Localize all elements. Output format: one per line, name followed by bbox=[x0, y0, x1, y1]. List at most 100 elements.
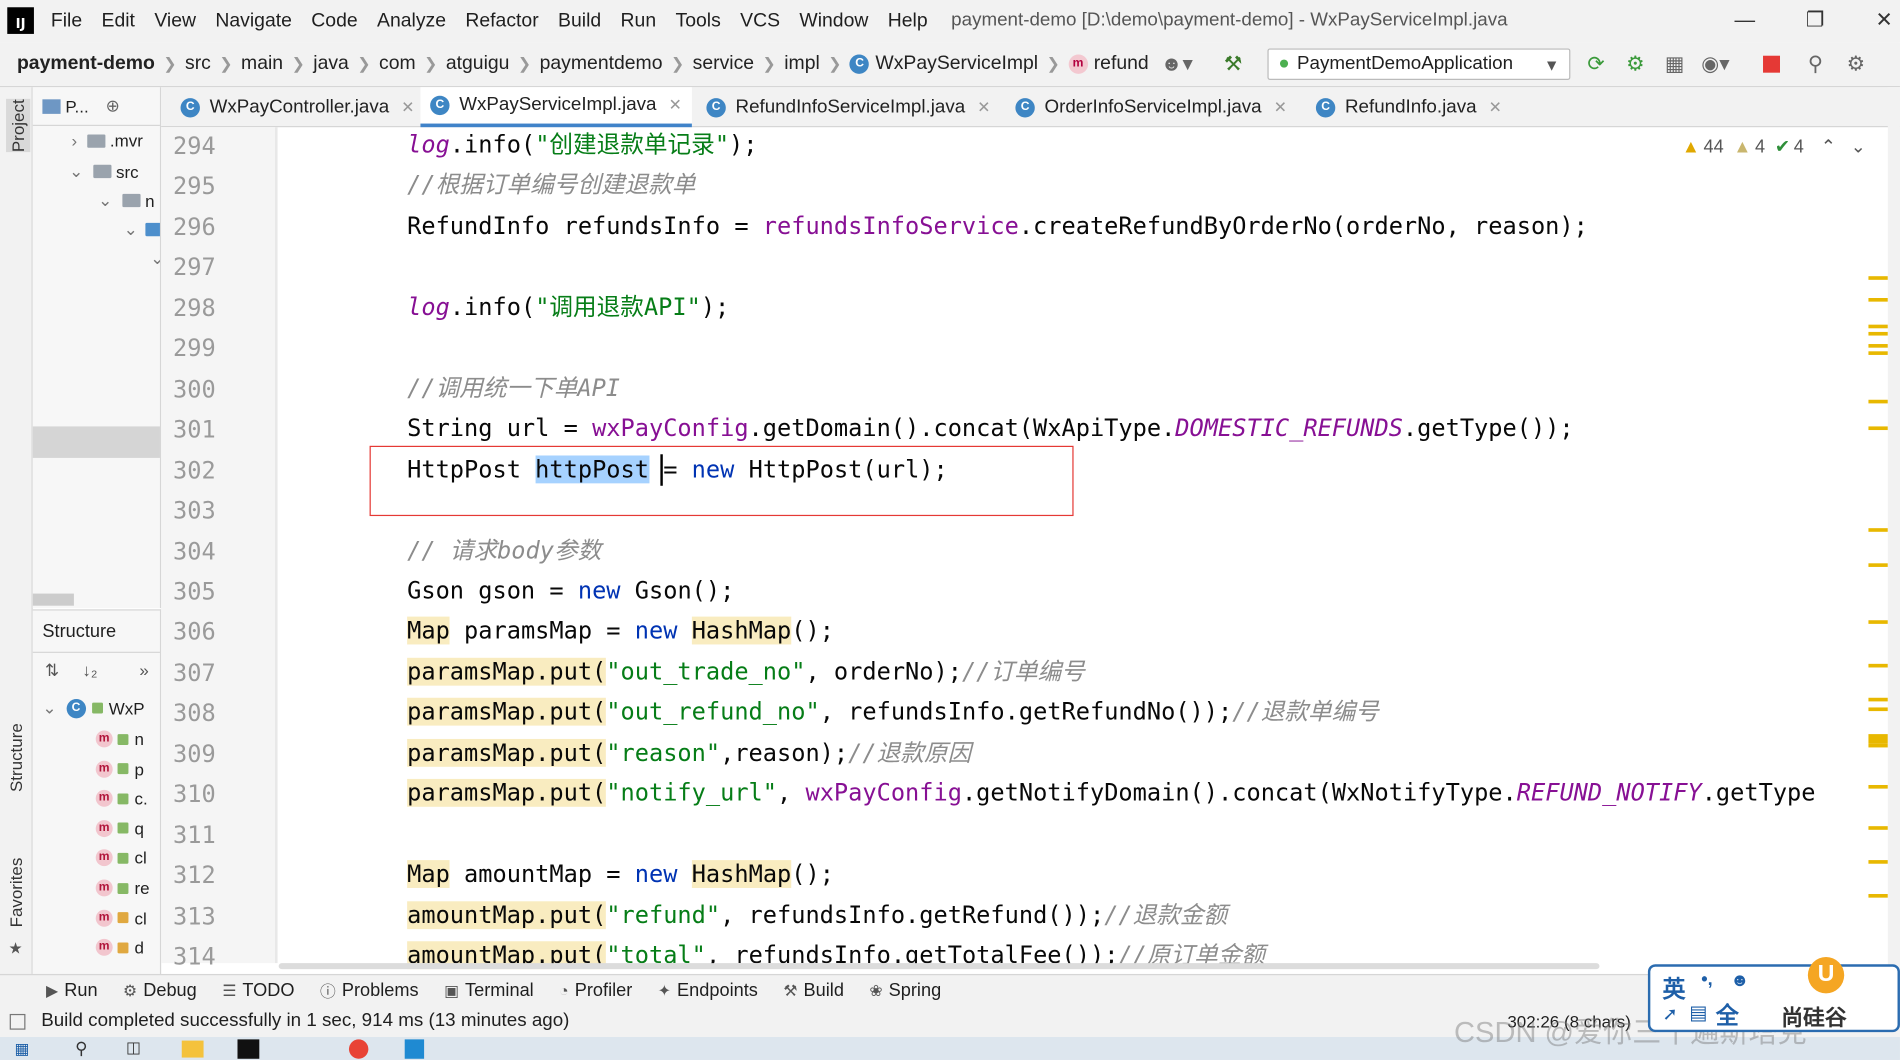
warning-marker[interactable] bbox=[1868, 620, 1888, 624]
tab-wxpayserviceimpl[interactable]: C WxPayServiceImpl.java ✕ bbox=[420, 87, 692, 128]
code-line[interactable]: log.info("创建退款单记录"); bbox=[407, 131, 757, 160]
ime-fullwidth[interactable]: 全 bbox=[1716, 998, 1739, 1031]
tree-item-mvn[interactable]: › .mvr bbox=[71, 131, 142, 150]
warning-marker[interactable] bbox=[1868, 528, 1888, 532]
structure-member[interactable]: mn bbox=[95, 729, 144, 749]
code-line[interactable]: Map paramsMap = new HashMap(); bbox=[407, 617, 834, 646]
ime-punct-icon[interactable]: •, bbox=[1701, 969, 1712, 990]
windows-start-icon[interactable]: ▦ bbox=[15, 1039, 30, 1058]
structure-class-node[interactable]: ⌄ C WxP bbox=[42, 698, 145, 719]
breadcrumb-java[interactable]: java ❯ bbox=[313, 53, 379, 75]
tab-refundinfo[interactable]: C RefundInfo.java ✕ bbox=[1306, 87, 1511, 127]
menu-window[interactable]: Window bbox=[799, 10, 868, 32]
tool-window-profiler[interactable]: ◔ Profiler bbox=[559, 980, 632, 1001]
warning-marker[interactable] bbox=[1868, 276, 1888, 280]
project-panel-title[interactable]: P... bbox=[65, 96, 88, 115]
warning-marker[interactable] bbox=[1868, 331, 1888, 336]
build-hammer-icon[interactable]: ⚒ bbox=[1224, 52, 1242, 76]
tab-refundinfoserviceimpl[interactable]: C RefundInfoServiceImpl.java ✕ bbox=[697, 87, 1000, 127]
structure-member[interactable]: m c. bbox=[95, 789, 148, 808]
menu-help[interactable]: Help bbox=[888, 10, 928, 32]
structure-member[interactable]: m cl bbox=[95, 848, 147, 868]
warning-marker[interactable] bbox=[1868, 663, 1888, 668]
breadcrumb-src[interactable]: src ❯ bbox=[185, 53, 241, 75]
tool-window-spring[interactable]: ❀ Spring bbox=[869, 980, 941, 1001]
chrome-icon[interactable] bbox=[348, 1039, 369, 1059]
sort-visibility-icon[interactable]: ↓₂ bbox=[82, 660, 97, 679]
warning-marker[interactable] bbox=[1868, 399, 1888, 404]
menu-analyze[interactable]: Analyze bbox=[377, 10, 446, 32]
debug-icon[interactable]: ⚙ bbox=[1626, 52, 1644, 76]
restore-icon[interactable]: ❐ bbox=[1797, 5, 1833, 36]
more-icon[interactable]: » bbox=[139, 660, 148, 679]
task-view-icon[interactable]: ◫ bbox=[126, 1038, 141, 1057]
rerun-icon[interactable]: ⟳ bbox=[1587, 52, 1604, 76]
code-line[interactable]: paramsMap.put("reason",reason);//退款原因 bbox=[407, 738, 971, 768]
tab-close-icon[interactable]: ✕ bbox=[977, 98, 990, 117]
settings-icon[interactable]: ⚙ bbox=[1847, 52, 1865, 76]
editor-horizontal-scrollbar[interactable] bbox=[278, 963, 1600, 970]
code-line[interactable]: //调用统一下单API bbox=[407, 374, 620, 403]
favorites-tool-button[interactable]: Favorites bbox=[6, 858, 25, 928]
ime-toolbar[interactable]: 英 •, ☻ ➚ ▤ 全 U 尚硅谷 bbox=[1647, 957, 1900, 1033]
code-line[interactable]: paramsMap.put("out_trade_no", orderNo);/… bbox=[407, 657, 1085, 687]
structure-member[interactable]: m re bbox=[95, 878, 150, 898]
breadcrumb-impl[interactable]: impl ❯ bbox=[784, 53, 850, 75]
breadcrumb-paymentdemo[interactable]: paymentdemo ❯ bbox=[540, 53, 693, 75]
warning-marker[interactable] bbox=[1868, 826, 1888, 830]
tab-close-icon[interactable]: ✕ bbox=[1489, 98, 1502, 117]
next-highlight-icon[interactable]: ⌄ bbox=[1851, 136, 1866, 158]
menu-run[interactable]: Run bbox=[621, 10, 657, 32]
tool-window-debug[interactable]: ⚙ Debug bbox=[123, 980, 197, 1001]
code-line[interactable]: // 请求body参数 bbox=[407, 536, 601, 565]
code-line[interactable]: //根据订单编号创建退款单 bbox=[407, 171, 695, 200]
tool-window-terminal[interactable]: ▣ Terminal bbox=[444, 980, 534, 1001]
tab-close-icon[interactable]: ✕ bbox=[401, 98, 414, 117]
code-line[interactable]: String url = wxPayConfig.getDomain().con… bbox=[407, 414, 1574, 443]
user-icon[interactable]: ☻▾ bbox=[1161, 52, 1193, 76]
menu-navigate[interactable]: Navigate bbox=[215, 10, 292, 32]
tool-window-todo[interactable]: ☰ TODO bbox=[222, 980, 294, 1001]
warning-marker[interactable] bbox=[1868, 351, 1888, 355]
close-icon[interactable]: ✕ bbox=[1866, 5, 1900, 36]
coverage-icon[interactable]: ▦ bbox=[1665, 52, 1684, 76]
menu-tools[interactable]: Tools bbox=[676, 10, 721, 32]
sort-alpha-icon[interactable]: ⇅ bbox=[45, 660, 59, 681]
menu-refactor[interactable]: Refactor bbox=[465, 10, 538, 32]
minimize-icon[interactable]: — bbox=[1727, 5, 1763, 36]
code-line[interactable]: RefundInfo refundsInfo = refundsInfoServ… bbox=[407, 212, 1588, 241]
menu-code[interactable]: Code bbox=[311, 10, 357, 32]
breadcrumb-service[interactable]: service ❯ bbox=[693, 53, 785, 75]
previous-highlight-icon[interactable]: ⌃ bbox=[1821, 136, 1836, 158]
profile-icon[interactable]: ◉▾ bbox=[1701, 52, 1729, 76]
inspection-widget[interactable]: ▲ 44 ▲ 4 ✔ 4 ⌃ ⌄ bbox=[1682, 136, 1866, 158]
breadcrumb-method[interactable]: m refund bbox=[1068, 53, 1149, 75]
warning-marker[interactable] bbox=[1868, 894, 1888, 898]
status-toggle-icon[interactable] bbox=[9, 1013, 26, 1030]
menu-view[interactable]: View bbox=[154, 10, 196, 32]
warning-marker[interactable] bbox=[1868, 697, 1888, 702]
breadcrumb-main[interactable]: main ❯ bbox=[241, 53, 313, 75]
intellij-taskbar-icon[interactable] bbox=[237, 1039, 260, 1059]
menu-file[interactable]: File bbox=[51, 10, 82, 32]
tool-window-run[interactable]: ▶ Run bbox=[46, 980, 98, 1001]
warning-marker[interactable] bbox=[1868, 298, 1888, 302]
tab-close-icon[interactable]: ✕ bbox=[669, 96, 682, 115]
warning-marker[interactable] bbox=[1868, 344, 1888, 348]
breadcrumb-com[interactable]: com ❯ bbox=[379, 53, 446, 75]
horizontal-scrollbar[interactable] bbox=[32, 593, 74, 606]
ime-keyboard-icon[interactable]: ▤ bbox=[1689, 1001, 1707, 1025]
tool-window-problems[interactable]: ⓘ Problems bbox=[320, 979, 419, 1002]
warning-marker[interactable] bbox=[1868, 860, 1888, 864]
warning-marker[interactable] bbox=[1868, 707, 1888, 712]
breadcrumb-atguigu[interactable]: atguigu ❯ bbox=[446, 53, 540, 75]
file-explorer-icon[interactable] bbox=[181, 1040, 204, 1058]
tab-wxpaycontroller[interactable]: C WxPayController.java ✕ bbox=[171, 87, 424, 127]
menu-vcs[interactable]: VCS bbox=[740, 10, 780, 32]
taskbar-search-icon[interactable]: ⚲ bbox=[75, 1038, 87, 1059]
code-line[interactable]: Gson gson = new Gson(); bbox=[407, 577, 734, 606]
tab-close-icon[interactable]: ✕ bbox=[1274, 98, 1287, 117]
tool-window-build[interactable]: ⚒ Build bbox=[783, 980, 844, 1001]
tree-item-src[interactable]: ⌄ src bbox=[69, 161, 139, 182]
search-icon[interactable]: ⚲ bbox=[1808, 52, 1823, 76]
